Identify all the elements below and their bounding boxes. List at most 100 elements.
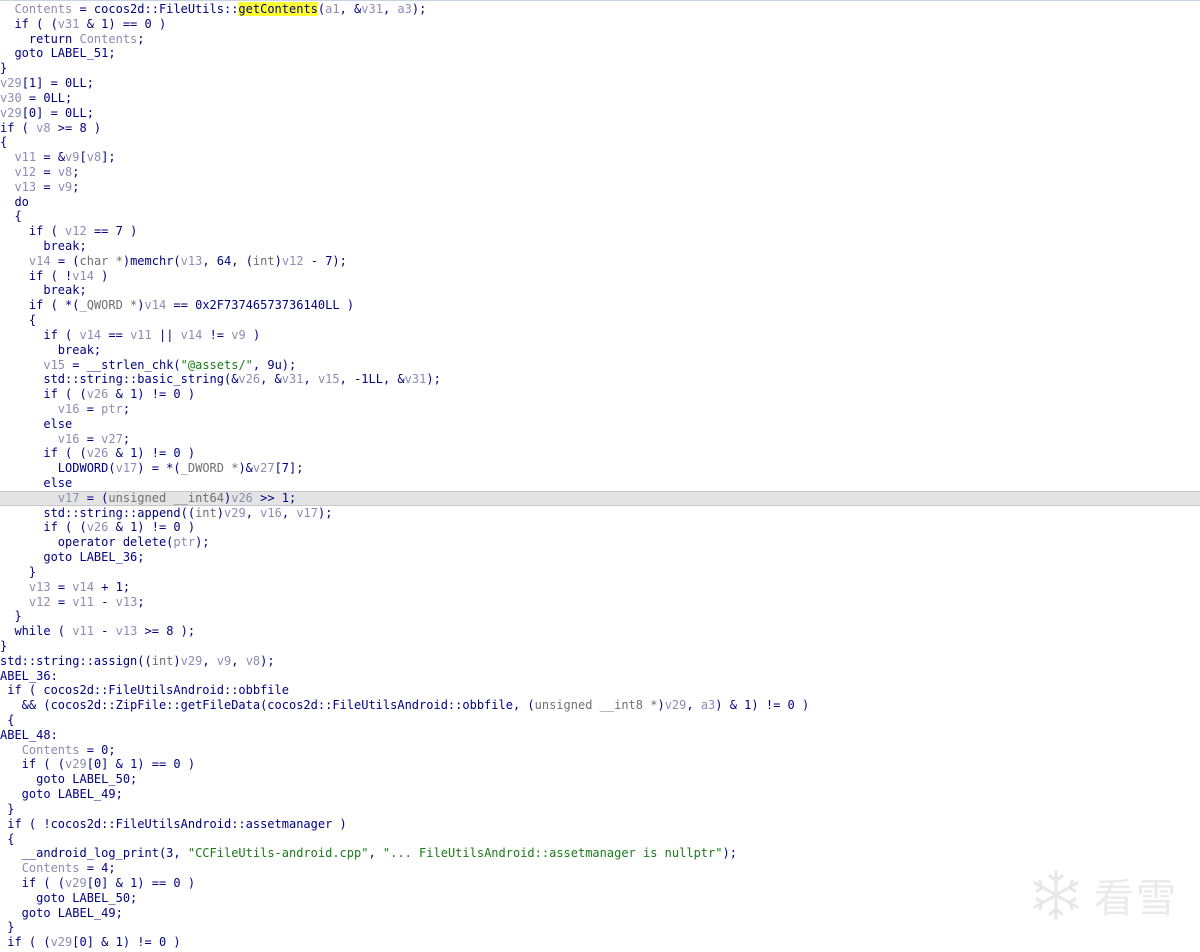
code-token: , [202,653,217,668]
code-line[interactable]: if ( (v29[0] & 1) != 0 ) [0,935,1200,950]
code-line[interactable]: operator delete(ptr); [0,535,1200,550]
code-line[interactable]: else [0,417,1200,432]
code-line[interactable]: if ( !cocos2d::FileUtilsAndroid::assetma… [0,817,1200,832]
code-line[interactable]: if ( (v26 & 1) != 0 ) [0,387,1200,402]
code-line[interactable]: v16 = v27; [0,432,1200,447]
code-line[interactable]: if ( (v29[0] & 1) == 0 ) [0,757,1200,772]
code-line[interactable]: v14 = (char *)memchr(v13, 64, (int)v12 -… [0,254,1200,269]
code-line[interactable]: if ( v12 == 7 ) [0,224,1200,239]
code-line[interactable]: goto LABEL_49; [0,787,1200,802]
code-line[interactable]: std::string::basic_string(&v26, &v31, v1… [0,372,1200,387]
code-line[interactable]: v13 = v14 + 1; [0,580,1200,595]
type-token: _QWORD * [79,298,138,313]
code-line[interactable]: do [0,195,1200,210]
variable-token: v31 [361,2,383,16]
code-line[interactable]: ABEL_48: [0,728,1200,743]
code-line[interactable]: } [0,802,1200,817]
code-token: & 1) != 0 ) [108,387,196,402]
code-line[interactable]: Contents = 4; [0,861,1200,876]
code-token: return [0,31,80,46]
code-line[interactable]: && (cocos2d::ZipFile::getFileData(cocos2… [0,698,1200,713]
code-line[interactable]: v12 = v11 - v13; [0,595,1200,610]
variable-token: v13 [28,579,51,594]
code-line[interactable]: { [0,209,1200,224]
code-line[interactable]: break; [0,239,1200,254]
code-token: } [0,609,22,624]
code-token: [ [79,150,87,165]
code-line[interactable]: if ( v8 >= 8 ) [0,121,1200,136]
code-token: = [79,431,102,446]
variable-token: a3 [397,2,412,16]
code-line[interactable]: if ( *(_QWORD *)v14 == 0x2F7374657373614… [0,298,1200,313]
code-line[interactable]: v15 = __strlen_chk("@assets/", 9u); [0,358,1200,373]
code-token: goto LABEL_36; [0,550,145,565]
variable-token: v8 [245,653,261,668]
code-line[interactable]: return Contents; [0,32,1200,47]
code-line[interactable]: } [0,565,1200,580]
code-line[interactable]: if ( (v31 & 1) == 0 ) [0,17,1200,32]
variable-token: Contents [14,2,73,16]
variable-token: v27 [252,461,275,476]
code-line[interactable]: v29[0] = 0LL; [0,106,1200,121]
code-line[interactable]: } [0,920,1200,935]
code-token: ; [137,31,145,46]
code-line[interactable]: Contents = 0; [0,743,1200,758]
code-line[interactable]: if ( (v29[0] & 1) == 0 ) [0,876,1200,891]
code-line[interactable]: if ( cocos2d::FileUtilsAndroid::obbfile [0,683,1200,698]
pseudocode-view[interactable]: Contents = cocos2d::FileUtils::getConten… [0,0,1200,952]
code-line[interactable]: __android_log_print(3, "CCFileUtils-andr… [0,846,1200,861]
variable-token: v13 [14,179,37,194]
code-line[interactable]: v29[1] = 0LL; [0,76,1200,91]
code-line[interactable]: { [0,713,1200,728]
code-line[interactable]: if ( (v26 & 1) != 0 ) [0,520,1200,535]
code-line[interactable]: break; [0,343,1200,358]
code-line[interactable]: v16 = ptr; [0,402,1200,417]
code-line[interactable]: if ( (v26 & 1) != 0 ) [0,446,1200,461]
code-line[interactable]: goto LABEL_50; [0,891,1200,906]
variable-token: v12 [65,224,87,239]
code-line[interactable]: goto LABEL_50; [0,772,1200,787]
variable-token: v12 [281,253,304,268]
code-line[interactable]: } [0,609,1200,624]
code-line[interactable]: v13 = v9; [0,180,1200,195]
code-token: = 0; [79,742,116,757]
code-token: ; [122,431,131,446]
code-line[interactable]: } [0,639,1200,654]
code-token: goto LABEL_49; [0,905,123,920]
code-line[interactable]: { [0,313,1200,328]
code-line[interactable]: break; [0,283,1200,298]
code-token: if ( ( [0,935,51,950]
variable-token: v17 [115,461,138,476]
code-line[interactable]: ABEL_36: [0,669,1200,684]
code-listing[interactable]: Contents = cocos2d::FileUtils::getConten… [0,2,1200,950]
code-line[interactable]: while ( v11 - v13 >= 8 ); [0,624,1200,639]
code-line[interactable]: v12 = v8; [0,165,1200,180]
code-line[interactable]: v30 = 0LL; [0,91,1200,106]
code-line[interactable]: if ( !v14 ) [0,269,1200,284]
code-line[interactable]: goto LABEL_49; [0,906,1200,921]
code-token: __android_log_print(3, [0,846,188,861]
code-line[interactable]: std::string::append((int)v29, v16, v17); [0,506,1200,521]
code-line[interactable]: else [0,476,1200,491]
code-line[interactable]: { [0,135,1200,150]
code-token: operator delete( [0,535,174,550]
code-line[interactable]: goto LABEL_36; [0,550,1200,565]
code-token: if ( ( [0,757,66,772]
code-token: == 0x2F73746573736140LL ) [166,298,355,313]
type-token: char * [79,253,123,268]
code-token: [0] & 1) == 0 ) [86,875,196,890]
code-token: if ( cocos2d::FileUtilsAndroid::obbfile [0,683,289,698]
code-line[interactable]: goto LABEL_51; [0,46,1200,61]
code-line[interactable]: std::string::assign((int)v29, v9, v8); [0,654,1200,669]
current-code-line[interactable]: v17 = (unsigned __int64)v26 >> 1; [0,490,1200,506]
code-line[interactable]: { [0,832,1200,847]
code-line[interactable]: LODWORD(v17) = *(_DWORD *)&v27[7]; [0,461,1200,476]
variable-token: v14 [72,579,94,594]
code-token: [0] = 0LL; [21,105,94,120]
code-line[interactable]: Contents = cocos2d::FileUtils::getConten… [0,2,1200,17]
variable-token: v16 [57,431,80,446]
code-token: ); [260,653,275,668]
code-line[interactable]: if ( v14 == v11 || v14 != v9 ) [0,328,1200,343]
code-line[interactable]: v11 = &v9[v8]; [0,150,1200,165]
code-line[interactable]: } [0,61,1200,76]
